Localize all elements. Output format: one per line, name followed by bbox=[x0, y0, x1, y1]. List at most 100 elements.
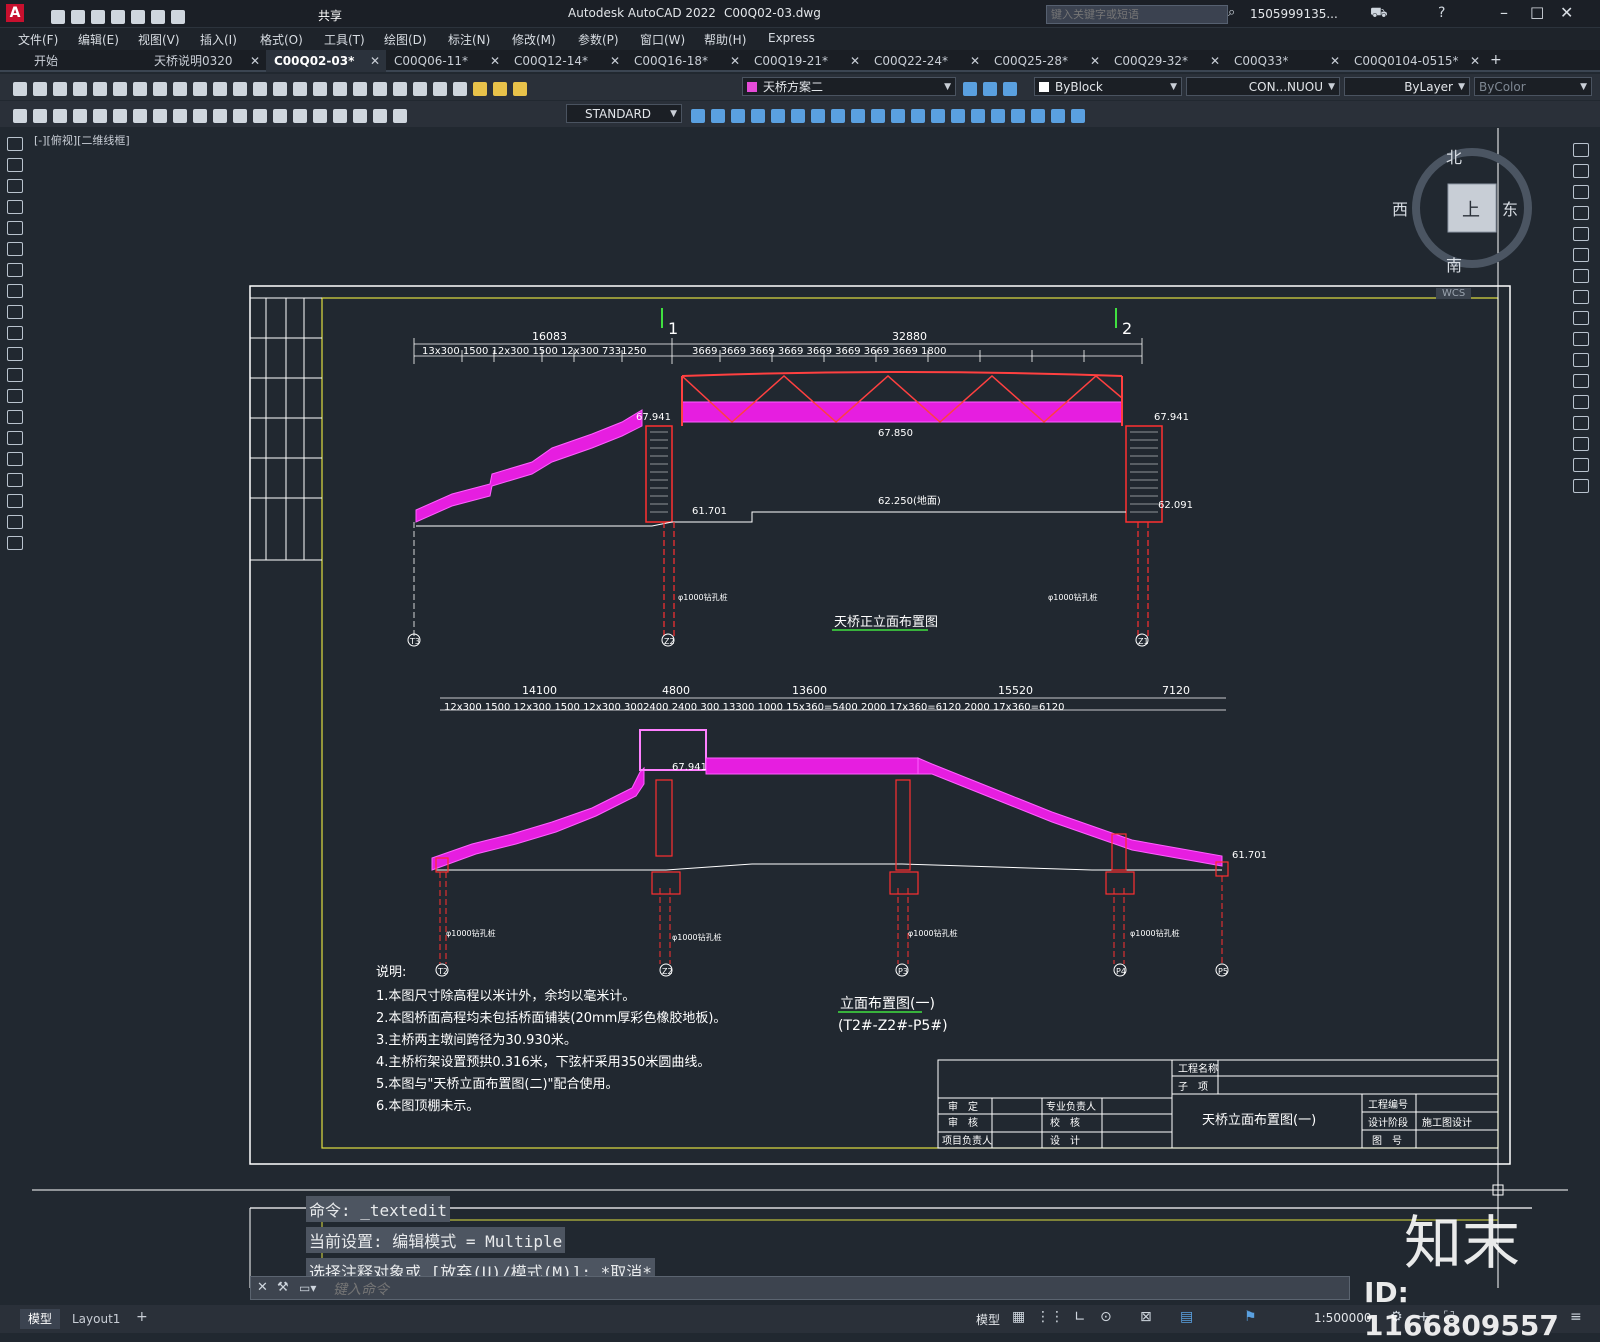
tab-document[interactable]: C00Q22-24* ✕ bbox=[866, 50, 986, 72]
viewcube-east[interactable]: 东 bbox=[1502, 196, 1518, 220]
publish-icon[interactable] bbox=[113, 81, 127, 96]
polyline-icon[interactable] bbox=[7, 179, 23, 193]
mirror-icon[interactable] bbox=[1573, 185, 1589, 199]
tab-model[interactable]: 模型 bbox=[20, 1309, 61, 1329]
layer-state-icon[interactable] bbox=[983, 81, 997, 96]
insert-icon[interactable] bbox=[1051, 108, 1065, 123]
copy-icon[interactable] bbox=[153, 81, 167, 96]
block-icon[interactable] bbox=[1031, 108, 1045, 123]
dim-aligned-icon[interactable] bbox=[33, 108, 47, 123]
menu-file[interactable]: 文件(F) bbox=[18, 31, 58, 48]
close-icon[interactable]: ✕ bbox=[1090, 50, 1100, 72]
join-icon[interactable] bbox=[971, 108, 985, 123]
ortho-icon[interactable]: ∟ bbox=[1074, 1309, 1086, 1325]
annotation-icon[interactable]: ⚑ bbox=[1244, 1309, 1257, 1325]
tolerance-icon[interactable] bbox=[273, 108, 287, 123]
grid-icon[interactable]: ▦ bbox=[1012, 1309, 1025, 1325]
add-layout-icon[interactable]: + bbox=[136, 1309, 148, 1325]
mirror-icon[interactable] bbox=[771, 108, 785, 123]
tab-document[interactable]: C00Q16-18* ✕ bbox=[626, 50, 746, 72]
extend-icon[interactable] bbox=[831, 108, 845, 123]
dim-linear-icon[interactable] bbox=[13, 108, 27, 123]
explode-icon[interactable] bbox=[1573, 479, 1589, 493]
revcloud-icon[interactable] bbox=[7, 284, 23, 298]
menu-help[interactable]: 帮助(H) bbox=[704, 31, 746, 48]
menu-tools[interactable]: 工具(T) bbox=[324, 31, 365, 48]
match-prop-icon[interactable] bbox=[193, 81, 207, 96]
viewcube-top[interactable]: 上 bbox=[1462, 196, 1480, 222]
arc-icon[interactable] bbox=[7, 242, 23, 256]
ellipse-arc-icon[interactable] bbox=[7, 347, 23, 361]
point-icon[interactable] bbox=[7, 410, 23, 424]
layer-manager-icon[interactable] bbox=[453, 81, 467, 96]
cart-icon[interactable]: ⛟ bbox=[1370, 5, 1388, 23]
offset-icon[interactable] bbox=[911, 108, 925, 123]
chamfer-icon[interactable] bbox=[1573, 416, 1589, 430]
menu-express[interactable]: Express bbox=[768, 31, 815, 45]
join-icon[interactable] bbox=[1573, 395, 1589, 409]
tab-document[interactable]: C00Q33* ✕ bbox=[1226, 50, 1346, 72]
dim-baseline-icon[interactable] bbox=[193, 108, 207, 123]
ellipse-icon[interactable] bbox=[7, 326, 23, 340]
tab-document[interactable]: 天桥说明0320 ✕ bbox=[146, 50, 266, 72]
minimize-button[interactable]: – bbox=[1500, 3, 1508, 22]
help-icon[interactable]: ? bbox=[1438, 5, 1445, 21]
open-file-icon[interactable] bbox=[71, 9, 85, 24]
dim-continue-icon[interactable] bbox=[213, 108, 227, 123]
dim-radius-icon[interactable] bbox=[93, 108, 107, 123]
quick-dim-icon[interactable] bbox=[173, 108, 187, 123]
viewcube-west[interactable]: 西 bbox=[1392, 196, 1408, 220]
attribute-icon[interactable] bbox=[1071, 108, 1085, 123]
stretch-icon[interactable] bbox=[731, 108, 745, 123]
dim-ordinate-icon[interactable] bbox=[73, 108, 87, 123]
extend-icon[interactable] bbox=[1573, 353, 1589, 367]
wrench-icon[interactable]: ⚒ bbox=[277, 1280, 289, 1295]
hatch-icon[interactable] bbox=[7, 431, 23, 445]
trim-icon[interactable] bbox=[811, 108, 825, 123]
inspect-icon[interactable] bbox=[313, 108, 327, 123]
tab-document[interactable]: C00Q06-11* ✕ bbox=[386, 50, 506, 72]
close-icon[interactable]: ✕ bbox=[257, 1280, 268, 1295]
rotate-icon[interactable] bbox=[1573, 269, 1589, 283]
rectangle-icon[interactable] bbox=[7, 221, 23, 235]
close-icon[interactable]: ✕ bbox=[850, 50, 860, 72]
close-icon[interactable]: ✕ bbox=[730, 50, 740, 72]
dim-text-edit-icon[interactable] bbox=[373, 108, 387, 123]
command-input[interactable] bbox=[331, 1279, 1335, 1299]
redo-icon[interactable] bbox=[171, 9, 185, 24]
search-icon[interactable]: ⌕ bbox=[1228, 5, 1235, 20]
bulb-icon[interactable] bbox=[473, 81, 487, 96]
user-account[interactable]: 1505999135... bbox=[1250, 7, 1338, 21]
autocad-logo-icon[interactable]: A bbox=[6, 4, 24, 22]
print-icon[interactable] bbox=[73, 81, 87, 96]
spline-icon[interactable] bbox=[7, 305, 23, 319]
pan-icon[interactable] bbox=[253, 81, 267, 96]
menu-window[interactable]: 窗口(W) bbox=[640, 31, 685, 48]
table-icon[interactable] bbox=[7, 494, 23, 508]
new-tab-button[interactable]: + bbox=[1490, 52, 1502, 68]
copy-icon[interactable] bbox=[711, 108, 725, 123]
save-as-icon[interactable] bbox=[111, 9, 125, 24]
fillet-icon[interactable] bbox=[1573, 437, 1589, 451]
close-button[interactable]: ✕ bbox=[1560, 3, 1573, 22]
calculator-icon[interactable] bbox=[413, 81, 427, 96]
region-icon[interactable] bbox=[7, 473, 23, 487]
save-icon[interactable] bbox=[91, 9, 105, 24]
close-icon[interactable]: ✕ bbox=[970, 50, 980, 72]
layer-match-icon[interactable] bbox=[1003, 81, 1017, 96]
mtext-icon[interactable] bbox=[7, 515, 23, 529]
paste-icon[interactable] bbox=[173, 81, 187, 96]
array-icon[interactable] bbox=[891, 108, 905, 123]
redo-icon[interactable] bbox=[233, 81, 247, 96]
tab-document[interactable]: C00Q25-28* ✕ bbox=[986, 50, 1106, 72]
undo-icon[interactable] bbox=[213, 81, 227, 96]
annotation-scale[interactable]: 1:500000 bbox=[1314, 1311, 1372, 1325]
construction-line-icon[interactable] bbox=[7, 158, 23, 172]
color-dropdown[interactable]: ByBlock ▼ bbox=[1034, 77, 1182, 96]
circle-icon[interactable] bbox=[7, 263, 23, 277]
dimstyle-dropdown[interactable]: STANDARD ▼ bbox=[566, 104, 682, 123]
linetype-dropdown[interactable]: CON...NUOU ▼ bbox=[1186, 77, 1340, 96]
dim-arc-icon[interactable] bbox=[53, 108, 67, 123]
menu-insert[interactable]: 插入(I) bbox=[200, 31, 237, 48]
print-icon[interactable] bbox=[131, 9, 145, 24]
